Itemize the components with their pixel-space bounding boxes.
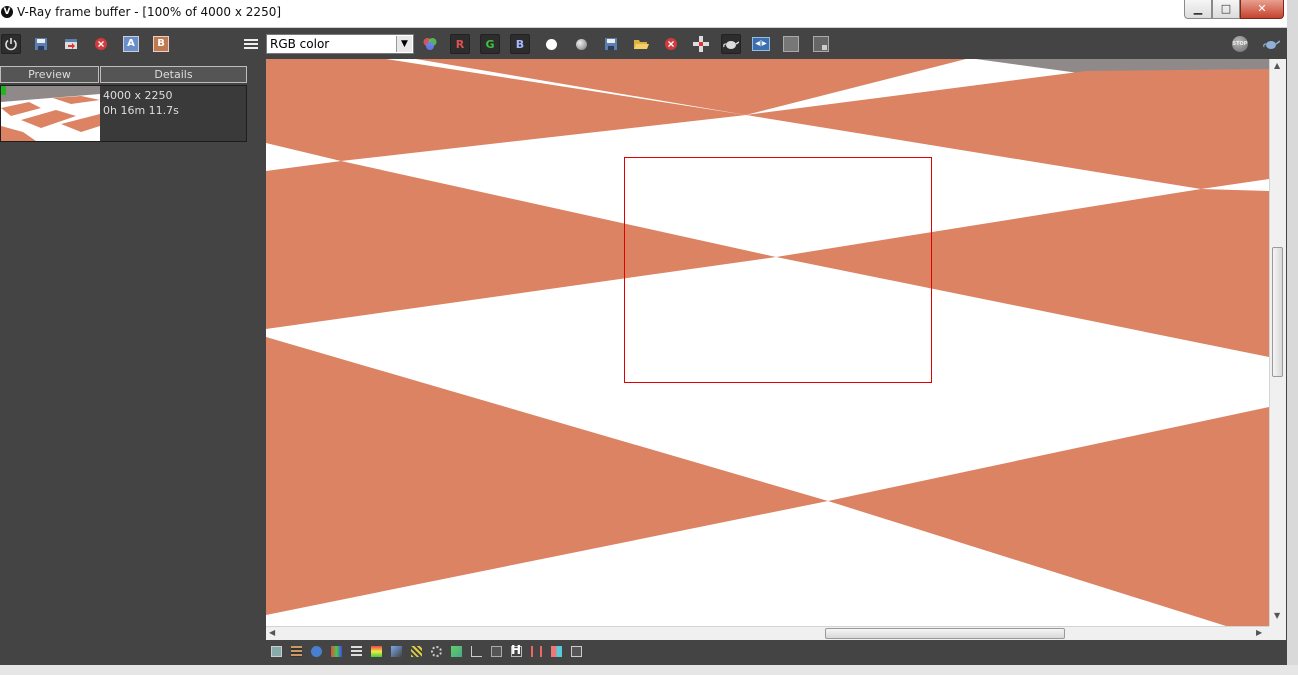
green-channel-label: G	[485, 37, 495, 51]
vray-frame-buffer-window: V V-Ray frame buffer - [100% of 4000 x 2…	[0, 0, 1287, 665]
history-thumbnail	[1, 86, 100, 141]
blue-channel-label: B	[515, 37, 525, 51]
region-icon[interactable]	[781, 34, 801, 54]
scroll-left-icon[interactable]: ◀	[269, 628, 275, 637]
color-channels-icon[interactable]	[420, 34, 440, 54]
color-corrections-icon[interactable]	[331, 646, 342, 657]
scroll-up-icon[interactable]: ▲	[1274, 61, 1280, 70]
exposure-icon[interactable]	[411, 646, 422, 657]
status-toolbar: H	[266, 640, 1287, 665]
white-dot-icon[interactable]	[541, 34, 561, 54]
lut-icon[interactable]: ◀|▶	[751, 34, 771, 54]
histogram-icon[interactable]	[471, 646, 482, 657]
film-icon[interactable]	[291, 646, 302, 657]
vertical-scrollbar[interactable]: ▲ ▼	[1269, 59, 1286, 626]
history-resolution: 4000 x 2250	[103, 89, 173, 102]
stop-icon[interactable]: STOP	[1230, 34, 1250, 54]
split-icon[interactable]	[531, 646, 542, 657]
region-render-icon[interactable]	[811, 34, 831, 54]
power-icon[interactable]	[1, 34, 21, 54]
red-channel-button[interactable]: R	[450, 34, 470, 54]
lut-bottom-icon[interactable]	[451, 646, 462, 657]
ab-a-icon[interactable]: A	[121, 34, 141, 54]
window-controls: ▁ □ ✕	[1184, 0, 1284, 19]
title-bar: V V-Ray frame buffer - [100% of 4000 x 2…	[0, 0, 1287, 28]
open-image-icon[interactable]	[631, 34, 651, 54]
scroll-right-icon[interactable]: ▶	[1256, 628, 1262, 637]
curves-icon[interactable]	[371, 646, 382, 657]
chevron-down-icon[interactable]: ▼	[396, 36, 412, 52]
ab-b-icon[interactable]: B	[151, 34, 171, 54]
minimize-button[interactable]: ▁	[1184, 0, 1212, 19]
gray-dot-icon[interactable]	[571, 34, 591, 54]
teapot-icon[interactable]	[1261, 34, 1281, 54]
channel-select[interactable]: RGB color ▼	[266, 34, 414, 54]
save-image-icon[interactable]	[601, 34, 621, 54]
clear-image-icon[interactable]	[661, 34, 681, 54]
horizontal-scrollbar[interactable]: ◀ ▶	[266, 626, 1269, 640]
os-taskbar-strip	[0, 665, 1298, 675]
menu-icon[interactable]	[241, 34, 261, 54]
info-icon[interactable]	[311, 646, 322, 657]
scroll-down-icon[interactable]: ▼	[1274, 611, 1280, 620]
vertical-scroll-thumb[interactable]	[1272, 247, 1283, 377]
scroll-corner	[1269, 626, 1286, 640]
render-teapot-icon[interactable]	[721, 34, 741, 54]
clear-icon[interactable]	[91, 34, 111, 54]
blue-channel-button[interactable]: B	[510, 34, 530, 54]
horizontal-scroll-thumb[interactable]	[825, 628, 1065, 639]
history-marker	[1, 86, 6, 95]
selection-region[interactable]	[624, 157, 932, 383]
history-panel: Preview Details 4000 x 2250 0h 16m 11.7s	[0, 59, 265, 665]
display-icon[interactable]	[271, 646, 282, 657]
white-balance-icon[interactable]	[431, 646, 442, 657]
tab-details[interactable]: Details	[100, 66, 247, 83]
main-toolbar: A B R G B ◀|▶ STOP	[0, 28, 1287, 59]
load-icon[interactable]	[61, 34, 81, 54]
channel-select-value: RGB color	[270, 37, 330, 51]
track-mouse-icon[interactable]	[691, 34, 711, 54]
save-icon[interactable]	[31, 34, 51, 54]
h-icon[interactable]: H	[510, 643, 522, 658]
green-channel-button[interactable]: G	[480, 34, 500, 54]
settings-icon[interactable]	[571, 646, 582, 657]
render-viewport[interactable]	[266, 59, 1269, 626]
vray-logo-icon: V	[1, 6, 13, 18]
ocio-icon[interactable]	[491, 646, 502, 657]
close-button[interactable]: ✕	[1240, 0, 1284, 19]
red-channel-label: R	[455, 37, 465, 51]
window-title: V-Ray frame buffer - [100% of 4000 x 225…	[17, 5, 282, 19]
hsl-icon[interactable]	[391, 646, 402, 657]
history-item[interactable]: 4000 x 2250 0h 16m 11.7s	[0, 85, 247, 142]
compare-icon[interactable]	[551, 646, 562, 657]
history-details: 4000 x 2250 0h 16m 11.7s	[103, 88, 179, 118]
maximize-button[interactable]: □	[1212, 0, 1240, 19]
levels-icon[interactable]	[351, 646, 362, 657]
tab-preview[interactable]: Preview	[0, 66, 99, 83]
history-render-time: 0h 16m 11.7s	[103, 104, 179, 117]
